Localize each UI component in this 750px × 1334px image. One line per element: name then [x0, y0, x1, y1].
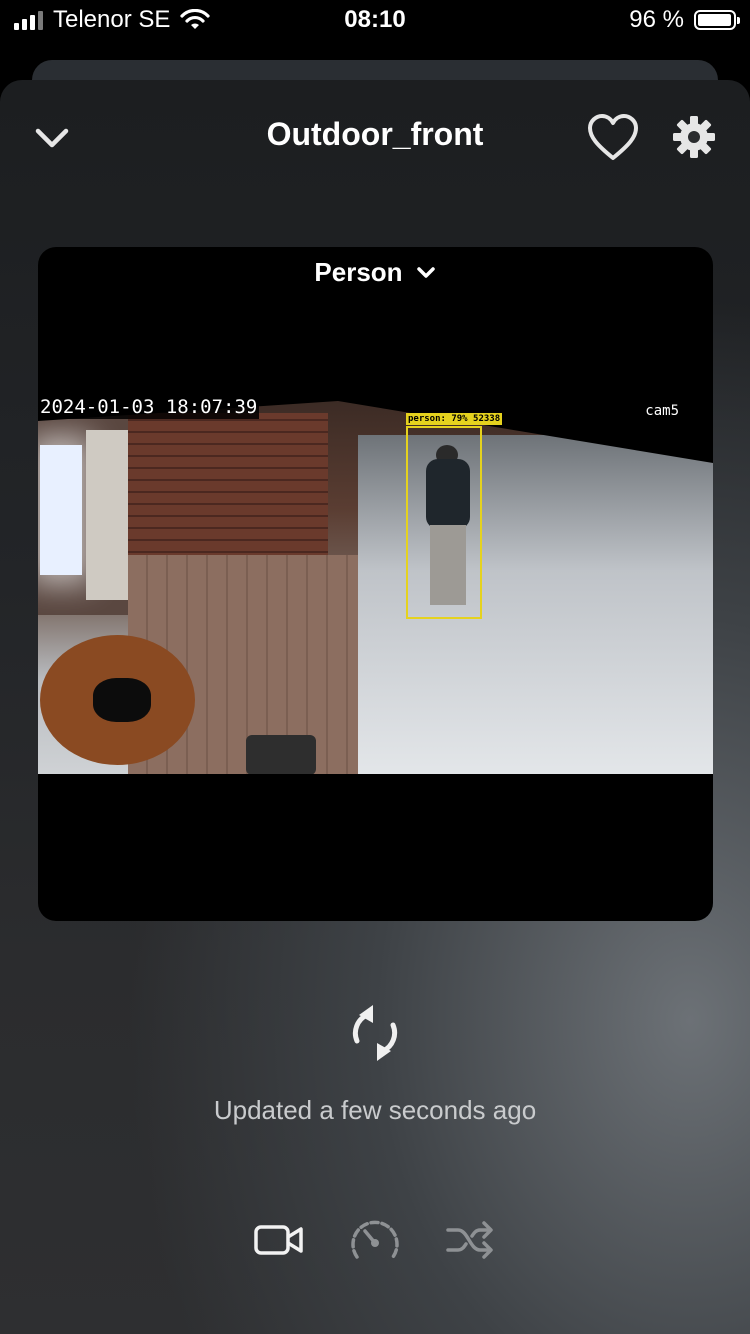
detection-label: person: 79% 52338	[406, 413, 503, 425]
video-timestamp: 2024-01-03 18:07:39	[38, 395, 260, 419]
event-filter-dropdown[interactable]: Person	[38, 257, 713, 288]
sheet-header: Outdoor_front	[0, 80, 750, 190]
heart-icon	[588, 114, 638, 160]
speedometer-icon	[351, 1220, 399, 1259]
detection-box	[406, 426, 482, 619]
camera-snapshot[interactable]: person: 79% 52338 2024-01-03 18:07:39 ca…	[38, 395, 713, 774]
gear-icon	[673, 116, 715, 158]
settings-button[interactable]	[670, 113, 718, 161]
status-bar: Telenor SE 08:10 96 %	[0, 0, 750, 42]
performance-button[interactable]	[345, 1210, 405, 1270]
battery-icon	[694, 10, 740, 30]
battery-percent: 96 %	[629, 6, 684, 33]
shuffle-icon	[446, 1221, 493, 1259]
switch-camera-button[interactable]	[440, 1210, 500, 1270]
scene-bench	[246, 735, 316, 774]
status-right: 96 %	[629, 6, 740, 34]
refresh-icon	[352, 1005, 398, 1061]
camera-sheet: Outdoor_front Person person: 79% 52338 2…	[0, 80, 750, 1334]
bottom-toolbar	[0, 1210, 750, 1270]
scene-bag	[93, 678, 151, 722]
refresh-button[interactable]	[343, 1001, 407, 1065]
video-camera-icon	[254, 1225, 303, 1255]
event-filter-label: Person	[314, 257, 403, 287]
chevron-down-icon	[416, 266, 435, 278]
live-video-button[interactable]	[249, 1210, 309, 1270]
video-player[interactable]: Person person: 79% 52338 2024-01-03 18:0…	[38, 247, 713, 921]
camera-label: cam5	[645, 403, 679, 419]
favorite-button[interactable]	[586, 111, 640, 165]
updated-status: Updated a few seconds ago	[213, 1095, 537, 1125]
